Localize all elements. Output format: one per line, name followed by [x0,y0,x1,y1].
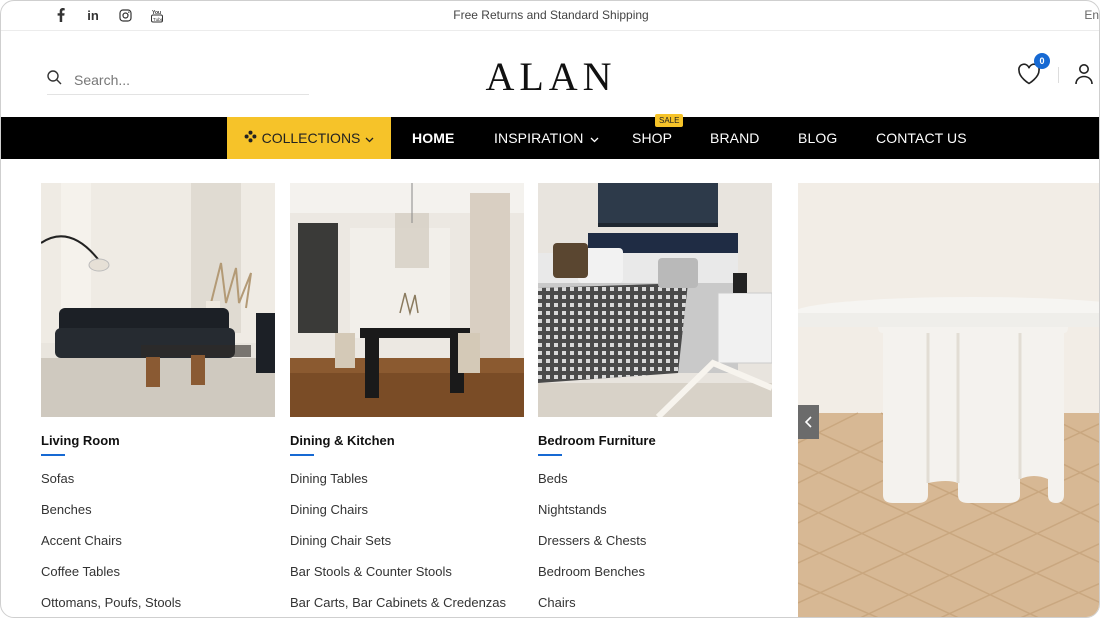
menu-link[interactable]: Chairs [538,595,772,617]
menu-column-bedroom: Bedroom Furniture Beds Nightstands Dress… [538,183,772,617]
nav-contact-us[interactable]: CONTACT US [876,117,967,159]
title-underline [41,454,65,456]
menu-column-dining-kitchen: Dining & Kitchen Dining Tables Dining Ch… [290,183,524,617]
column-title[interactable]: Living Room [41,433,275,448]
menu-link[interactable]: Accent Chairs [41,533,275,564]
menu-link[interactable]: Nightstands [538,502,772,533]
menu-link[interactable]: Dining Chairs [290,502,524,533]
carousel-prev-button[interactable] [798,405,819,439]
nav-brand[interactable]: BRAND [710,117,760,159]
announcement-text: Free Returns and Standard Shipping [453,8,649,22]
nav-collections[interactable]: COLLECTIONS [227,117,391,159]
promo-table-image[interactable] [798,183,1099,617]
bedroom-image[interactable] [538,183,772,417]
top-bar: in You Tube Free Returns and Standard Shi… [1,1,1099,31]
menu-link[interactable]: Coffee Tables [41,564,275,595]
site-logo[interactable]: ALAN [1,53,1099,100]
menu-link[interactable]: Sofas [41,471,275,502]
flower-icon [244,130,257,146]
nav-inspiration[interactable]: INSPIRATION [494,117,599,159]
browser-frame: in You Tube Free Returns and Standard Shi… [0,0,1100,618]
menu-link[interactable]: Benches [41,502,275,533]
menu-link[interactable]: Dressers & Chests [538,533,772,564]
language-selector[interactable]: En [1084,8,1099,22]
wishlist-count-badge: 0 [1034,53,1050,69]
chevron-down-icon [590,130,599,146]
menu-link[interactable]: Bar Carts, Bar Cabinets & Credenzas [290,595,524,617]
title-underline [538,454,562,456]
title-underline [290,454,314,456]
menu-link[interactable]: Ottomans, Poufs, Stools [41,595,275,617]
column-title[interactable]: Dining & Kitchen [290,433,524,448]
menu-column-living-room: Living Room Sofas Benches Accent Chairs … [41,183,275,617]
site-header: ALAN 0 [1,31,1099,117]
nav-collections-label: COLLECTIONS [261,130,361,146]
nav-home[interactable]: HOME [412,117,454,159]
dining-room-image[interactable] [290,183,524,417]
menu-link[interactable]: Dining Tables [290,471,524,502]
living-room-image[interactable] [41,183,275,417]
nav-inspiration-label: INSPIRATION [494,130,584,146]
menu-link[interactable]: Beds [538,471,772,502]
menu-link[interactable]: Dining Chair Sets [290,533,524,564]
chevron-down-icon [365,130,374,146]
menu-link[interactable]: Bar Stools & Counter Stools [290,564,524,595]
main-navigation: COLLECTIONS HOME INSPIRATION SHOP SALE B… [1,114,1099,159]
nav-blog[interactable]: BLOG [798,117,837,159]
user-icon[interactable] [1074,63,1096,87]
sale-badge: SALE [655,114,684,127]
menu-link[interactable]: Bedroom Benches [538,564,772,595]
header-divider [1058,67,1059,83]
column-title[interactable]: Bedroom Furniture [538,433,772,448]
